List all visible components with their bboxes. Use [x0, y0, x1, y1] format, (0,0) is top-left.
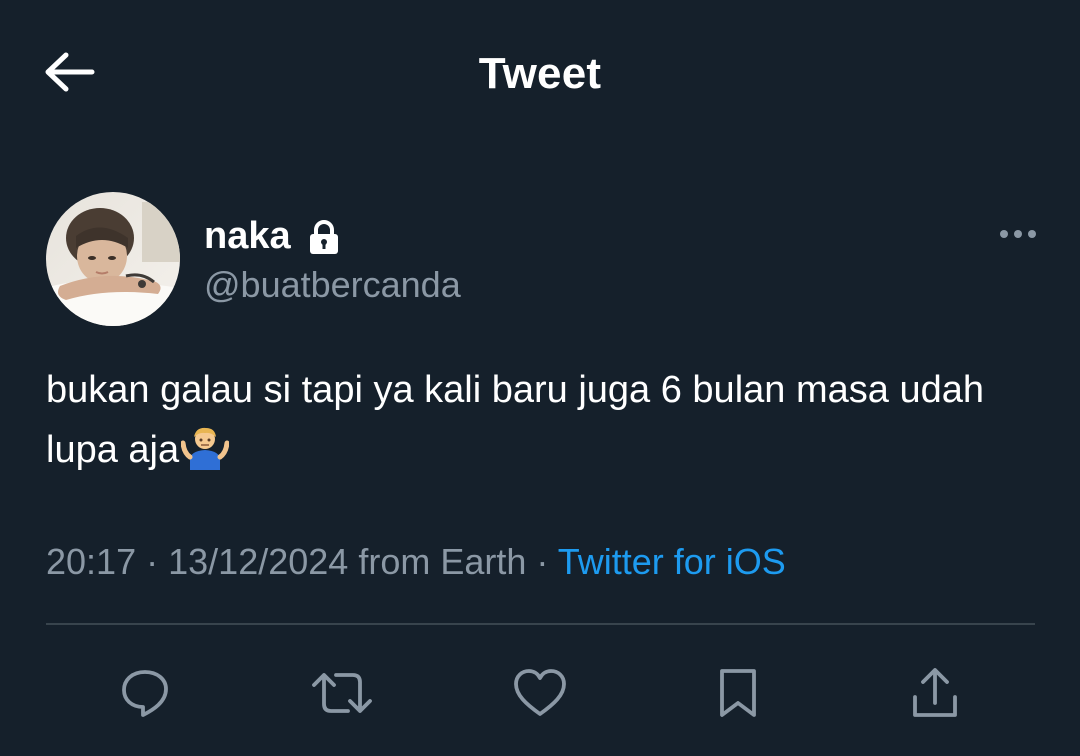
reply-button[interactable] [110, 660, 180, 730]
meta-separator: · [536, 541, 549, 582]
heart-icon [512, 666, 568, 725]
share-icon [908, 665, 962, 726]
person-shrugging-emoji-icon [180, 426, 230, 488]
page-title: Tweet [478, 49, 602, 98]
reply-icon [118, 666, 172, 725]
tweet-meta: 20:17 · 13/12/2024 from Earth · Twitter … [46, 538, 786, 586]
tweet-text: bukan galau si tapi ya kali baru juga 6 … [46, 360, 1046, 488]
action-bar [0, 660, 1080, 730]
tweet-time: 20:17 [46, 541, 137, 582]
author-handle[interactable]: @buatbercanda [204, 262, 461, 308]
retweet-icon [310, 666, 374, 725]
more-horizontal-icon [998, 227, 1038, 245]
bookmark-button[interactable] [703, 660, 773, 730]
author-name-row: naka [204, 212, 343, 260]
tweet-source-link[interactable]: Twitter for iOS [558, 541, 786, 582]
display-name[interactable]: naka [204, 212, 291, 260]
top-bar: Tweet [0, 0, 1080, 150]
divider [46, 623, 1035, 625]
retweet-button[interactable] [307, 660, 377, 730]
like-button[interactable] [505, 660, 575, 730]
tweet-date: 13/12/2024 [168, 541, 349, 582]
avatar[interactable] [46, 192, 180, 326]
more-options-button[interactable] [990, 218, 1046, 254]
tweet-location: from Earth [358, 541, 527, 582]
lock-icon [305, 218, 343, 256]
bookmark-icon [714, 665, 762, 726]
share-button[interactable] [900, 660, 970, 730]
meta-separator: · [146, 541, 159, 582]
